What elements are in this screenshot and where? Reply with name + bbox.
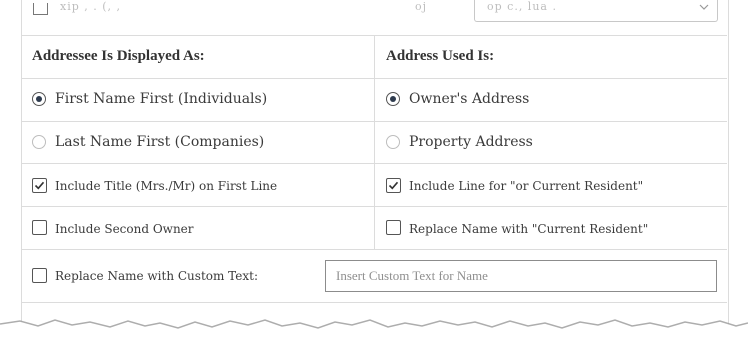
checkbox[interactable]: [32, 220, 47, 235]
custom-text-input[interactable]: [325, 260, 717, 292]
checkbox[interactable]: [32, 178, 47, 193]
checkbox-label: Replace Name with "Current Resident": [409, 222, 649, 236]
radio-label: Owner's Address: [409, 91, 530, 107]
checkbox-label: Replace Name with Custom Text:: [55, 269, 258, 283]
checkmark-icon: [388, 181, 399, 190]
checkbox-label: Include Second Owner: [55, 222, 194, 236]
checkbox[interactable]: [386, 178, 401, 193]
radio-label: First Name First (Individuals): [55, 91, 268, 107]
radio-button[interactable]: [386, 92, 400, 106]
radio-label: Last Name First (Companies): [55, 134, 265, 150]
radio-button[interactable]: [386, 135, 400, 149]
address-used-header: Address Used Is:: [386, 48, 495, 64]
checkbox-label: Include Line for "or Current Resident": [409, 179, 644, 193]
torn-edge-decoration: [0, 319, 748, 341]
checkbox-label: Include Title (Mrs./Mr) on First Line: [55, 179, 278, 193]
checkbox[interactable]: [386, 220, 401, 235]
radio-label: Property Address: [409, 134, 533, 150]
radio-button[interactable]: [32, 92, 46, 106]
radio-button[interactable]: [32, 135, 46, 149]
checkmark-icon: [34, 181, 45, 190]
checkbox[interactable]: [32, 268, 47, 283]
addressee-header: Addressee Is Displayed As:: [32, 48, 205, 64]
